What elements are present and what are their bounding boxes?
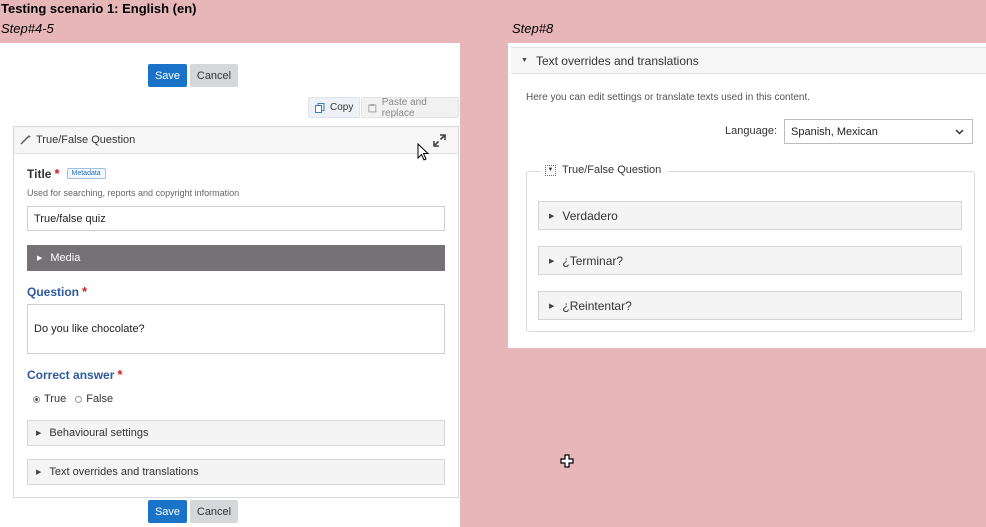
text-overrides-toggle[interactable]: ▶ Text overrides and translations bbox=[27, 459, 445, 485]
triangle-right-icon: ▶ bbox=[549, 302, 555, 310]
translation-item-label: Verdadero bbox=[562, 208, 618, 223]
overrides-label: Text overrides and translations bbox=[49, 466, 199, 478]
behavioural-label: Behavioural settings bbox=[49, 427, 149, 439]
language-select[interactable]: Spanish, Mexican bbox=[784, 119, 973, 144]
translation-group-title: True/False Question bbox=[562, 164, 662, 176]
triangle-down-icon: ▼ bbox=[521, 57, 528, 64]
language-select-value: Spanish, Mexican bbox=[791, 125, 878, 138]
cancel-button-top[interactable]: Cancel bbox=[190, 64, 238, 87]
title-description: Used for searching, reports and copyrigh… bbox=[27, 188, 240, 198]
save-button-bottom[interactable]: Save bbox=[148, 500, 187, 523]
triangle-right-icon: ▶ bbox=[37, 255, 43, 262]
answer-radio-group: True False bbox=[33, 393, 113, 405]
language-label: Language: bbox=[725, 125, 777, 137]
translation-item-reintentar[interactable]: ▶ ¿Reintentar? bbox=[538, 291, 962, 320]
paste-label: Paste and replace bbox=[381, 96, 427, 119]
save-button-top[interactable]: Save bbox=[148, 64, 187, 87]
mouse-pointer-icon bbox=[417, 143, 430, 161]
paste-icon bbox=[368, 103, 377, 112]
title-label-text: Title bbox=[27, 166, 52, 181]
triangle-right-icon: ▶ bbox=[549, 257, 555, 265]
crosshair-cursor-icon bbox=[560, 454, 574, 468]
title-field-label: Title * Metadata bbox=[27, 166, 106, 181]
triangle-right-icon: ▶ bbox=[36, 469, 42, 476]
content-type-header: True/False Question bbox=[14, 127, 458, 154]
question-field-label: Question * bbox=[27, 284, 87, 299]
scenario-title: Testing scenario 1: English (en) bbox=[1, 1, 197, 16]
correct-answer-label: Correct answer * bbox=[27, 367, 122, 382]
required-marker: * bbox=[54, 166, 60, 181]
metadata-button[interactable]: Metadata bbox=[66, 168, 106, 179]
radio-false-label: False bbox=[86, 393, 114, 405]
content-type-label: True/False Question bbox=[36, 134, 136, 146]
media-section-toggle[interactable]: ▶ Media bbox=[27, 245, 445, 271]
correct-answer-label-text: Correct answer bbox=[27, 367, 115, 382]
step-label-right: Step#8 bbox=[512, 21, 554, 36]
fullscreen-icon[interactable] bbox=[433, 134, 446, 147]
copy-button[interactable]: Copy bbox=[308, 97, 361, 118]
required-marker: * bbox=[117, 367, 123, 382]
triangle-right-icon: ▶ bbox=[549, 212, 555, 220]
translation-item-label: ¿Terminar? bbox=[562, 253, 624, 268]
translation-group-legend[interactable]: ▼ True/False Question bbox=[541, 164, 668, 176]
triangle-right-icon: ▶ bbox=[36, 430, 42, 437]
radio-true[interactable] bbox=[33, 395, 40, 403]
chevron-down-icon bbox=[955, 128, 964, 135]
cancel-button-bottom[interactable]: Cancel bbox=[190, 500, 238, 523]
translations-description: Here you can edit settings or translate … bbox=[526, 92, 811, 103]
radio-true-label: True bbox=[44, 393, 67, 405]
copy-icon bbox=[315, 102, 325, 113]
behavioural-settings-toggle[interactable]: ▶ Behavioural settings bbox=[27, 420, 445, 446]
required-marker: * bbox=[82, 284, 88, 299]
translations-section-toggle[interactable]: ▼ Text overrides and translations bbox=[511, 47, 986, 74]
translation-item-label: ¿Reintentar? bbox=[562, 298, 632, 313]
title-input[interactable]: True/false quiz bbox=[27, 206, 445, 231]
wand-icon bbox=[20, 135, 31, 145]
question-input[interactable]: Do you like chocolate? bbox=[27, 304, 445, 354]
media-label: Media bbox=[50, 252, 81, 264]
translation-item-terminar[interactable]: ▶ ¿Terminar? bbox=[538, 246, 962, 275]
step-label-left: Step#4-5 bbox=[1, 21, 54, 36]
translation-item-verdadero[interactable]: ▶ Verdadero bbox=[538, 201, 962, 230]
paste-replace-button[interactable]: Paste and replace bbox=[361, 96, 459, 119]
copy-label: Copy bbox=[330, 102, 354, 113]
question-label-text: Question bbox=[27, 284, 80, 299]
triangle-down-icon[interactable]: ▼ bbox=[545, 164, 556, 176]
radio-false[interactable] bbox=[75, 395, 83, 403]
translations-section-title: Text overrides and translations bbox=[535, 53, 699, 68]
